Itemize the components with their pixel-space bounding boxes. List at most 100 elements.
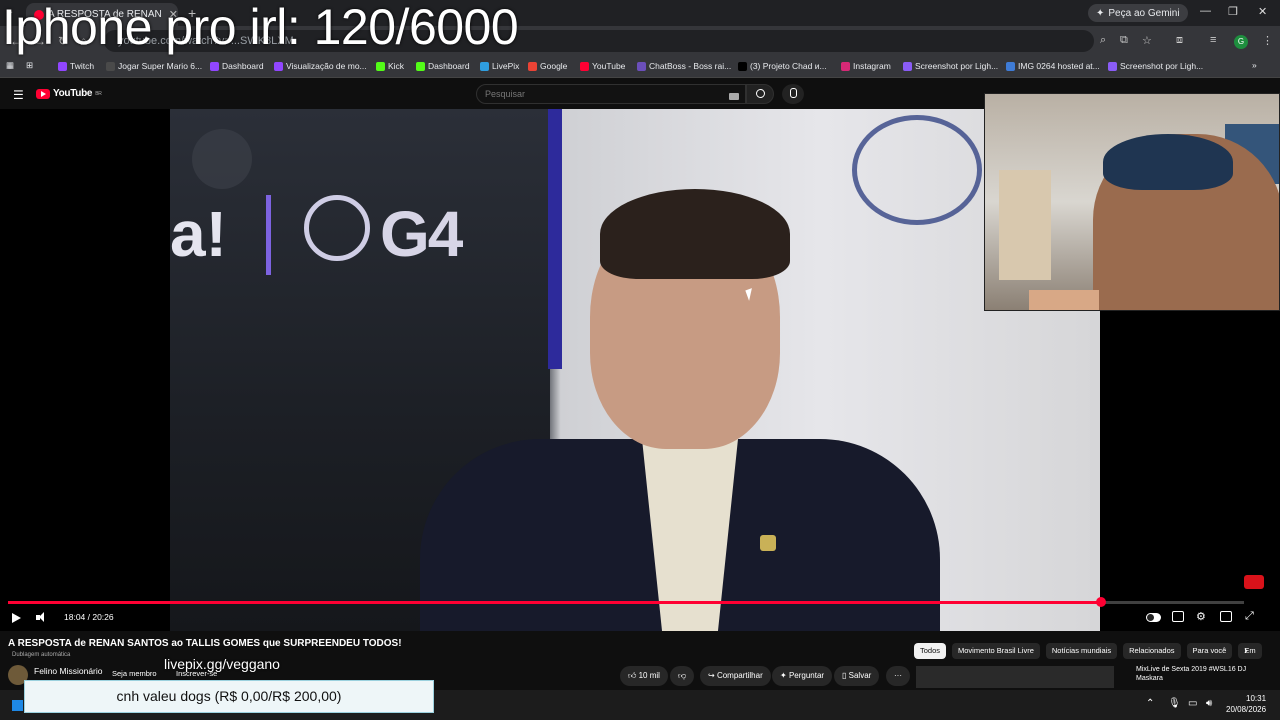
apps-icon[interactable]: ▦ — [6, 60, 14, 71]
sign-divider — [266, 195, 271, 275]
settings-icon[interactable]: ⚙ — [1196, 610, 1206, 623]
windows-start-icon[interactable] — [12, 700, 23, 711]
dubbing-label: Dublagem automática — [12, 652, 71, 658]
g4-globe-icon — [304, 195, 370, 261]
bookmark-item[interactable]: LivePix — [480, 61, 519, 71]
chip-para-voc-[interactable]: Para você — [1186, 643, 1233, 659]
close-window-icon[interactable]: ✕ — [1258, 5, 1267, 18]
subtitles-icon[interactable] — [1172, 611, 1184, 622]
bookmark-item[interactable]: Screenshot por Ligh... — [1108, 61, 1203, 71]
bookmark-item[interactable]: (3) Projeto Chad и... — [738, 61, 827, 71]
bookmark-item[interactable]: Jogar Super Mario 6... — [106, 61, 202, 71]
bookmark-favicon-icon — [738, 61, 747, 71]
donation-goal-overlay: cnh valeu dogs (R$ 0,00/R$ 200,00) — [24, 680, 434, 713]
zoom-icon[interactable]: ⌕ — [1100, 34, 1106, 47]
volume-icon[interactable] — [36, 612, 48, 623]
youtube-logo[interactable]: YouTube BR — [36, 88, 102, 99]
grid-icon[interactable]: ⊞ — [26, 60, 33, 71]
clock-date: 20/08/2026 — [1226, 705, 1267, 714]
youtube-watermark-icon[interactable] — [1244, 575, 1264, 589]
thumbs-up-icon: 👍︎ — [628, 671, 637, 680]
share-button[interactable]: ↪ Compartilhar — [700, 666, 771, 686]
chevron-right-icon[interactable]: › — [1244, 645, 1248, 657]
save-button[interactable]: ▯ Salvar — [834, 666, 880, 686]
sign-text: a! — [170, 198, 227, 270]
bookmark-label: Kick — [388, 61, 405, 71]
bookmark-favicon-icon — [210, 61, 219, 71]
gemini-sparkle-icon: ✦ — [1096, 7, 1105, 19]
bookmark-item[interactable]: Kick — [376, 61, 404, 71]
like-count: 10 mil — [638, 671, 660, 680]
dislike-button[interactable]: 👎︎ — [670, 666, 695, 686]
theater-mode-icon[interactable] — [1220, 611, 1232, 622]
extensions-icon[interactable]: ⧈ — [1176, 34, 1183, 47]
youtube-play-icon — [36, 88, 50, 99]
bookmark-item[interactable]: IMG 0264 hosted at... — [1006, 61, 1100, 71]
youtube-region: BR — [95, 90, 102, 97]
play-icon[interactable] — [12, 613, 21, 623]
like-button[interactable]: 👍︎ 10 mil — [620, 666, 668, 686]
recommendation-title[interactable]: MixLive de Sexta 2019 #WSL16 DJ Maskara — [1136, 665, 1256, 683]
bookmark-favicon-icon — [416, 61, 425, 71]
microphone-icon[interactable]: 🎙︎ — [1168, 698, 1181, 709]
recommendation-thumbnail[interactable] — [916, 666, 1114, 688]
chip-relacionados[interactable]: Relacionados — [1123, 643, 1181, 659]
more-actions-icon[interactable]: ··· — [886, 666, 910, 686]
profile-avatar[interactable]: G — [1234, 35, 1248, 49]
bookmark-item[interactable]: ChatBoss - Boss rai... — [637, 61, 731, 71]
bookmark-item[interactable]: Dashboard — [416, 61, 470, 71]
bookmark-label: YouTube — [592, 61, 626, 71]
speaker-icon[interactable]: 🔊︎ — [1206, 698, 1212, 709]
chrome-menu-icon[interactable]: ⋮ — [1262, 34, 1273, 47]
taskbar-clock[interactable]: 10:31 20/08/2026 — [1226, 693, 1266, 715]
bookmark-favicon-icon — [58, 61, 67, 71]
search-input[interactable]: Pesquisar — [476, 84, 746, 104]
ask-label: Perguntar — [788, 671, 825, 680]
bookmark-favicon-icon — [1108, 61, 1117, 71]
ask-button[interactable]: ✦ Perguntar — [772, 666, 833, 686]
chip-movimento-brasil-livre[interactable]: Movimento Brasil Livre — [952, 643, 1040, 659]
chip-not-cias-mundiais[interactable]: Notícias mundiais — [1045, 643, 1118, 659]
bookmark-favicon-icon — [637, 61, 646, 71]
install-app-icon[interactable]: ⧉ — [1120, 34, 1128, 47]
bookmark-item[interactable]: Google — [528, 61, 567, 71]
bookmark-item[interactable]: Instagram — [841, 61, 891, 71]
bookmark-item[interactable]: Twitch — [58, 61, 94, 71]
bookmark-label: Dashboard — [428, 61, 470, 71]
lapel-pin-icon — [760, 535, 776, 551]
progress-knob[interactable] — [1095, 597, 1106, 607]
bookmark-item[interactable]: YouTube — [580, 61, 625, 71]
autoplay-toggle[interactable] — [1146, 613, 1161, 622]
media-control-icon[interactable]: ≡ — [1210, 34, 1216, 46]
gemini-button[interactable]: ✦ Peça ao Gemini — [1088, 4, 1188, 22]
join-button[interactable]: Seja membro — [112, 669, 157, 678]
search-button[interactable] — [746, 84, 774, 104]
fullscreen-icon[interactable]: ⤢ — [1245, 610, 1254, 623]
progress-bar[interactable] — [8, 597, 1244, 607]
save-icon: ▯ — [842, 671, 847, 680]
bookmark-favicon-icon — [1006, 61, 1015, 71]
maximize-icon[interactable]: ❐ — [1228, 5, 1238, 18]
menu-icon[interactable]: ☰ — [13, 88, 24, 102]
minimize-icon[interactable]: — — [1200, 5, 1211, 17]
bookmark-item[interactable]: Screenshot por Ligh... — [903, 61, 998, 71]
network-icon[interactable]: ▭ — [1188, 698, 1197, 709]
bookmark-label: Jogar Super Mario 6... — [118, 61, 203, 71]
bookmark-item[interactable]: Visualização de mo... — [274, 61, 367, 71]
chip-todos[interactable]: Todos — [914, 643, 947, 659]
voice-search-icon[interactable] — [782, 84, 804, 104]
bookmark-favicon-icon — [528, 61, 537, 71]
bookmark-favicon-icon — [274, 61, 283, 71]
chip-em[interactable]: Em — [1238, 643, 1262, 659]
livepix-url-overlay: livepix.gg/veggano — [164, 656, 280, 672]
keyboard-icon[interactable] — [729, 93, 739, 100]
more-bookmarks-icon[interactable]: » — [1252, 60, 1257, 70]
tray-chevron-icon[interactable]: ⌃ — [1146, 698, 1154, 709]
speaker-hair — [600, 189, 790, 279]
channel-name[interactable]: Felino Missionário — [34, 666, 103, 676]
webcam-overlay — [984, 93, 1280, 311]
bookmark-item[interactable]: Dashboard — [210, 61, 264, 71]
bookmark-favicon-icon — [106, 61, 115, 71]
bookmark-star-icon[interactable]: ☆ — [1142, 34, 1152, 47]
progress-fill — [8, 601, 1101, 604]
